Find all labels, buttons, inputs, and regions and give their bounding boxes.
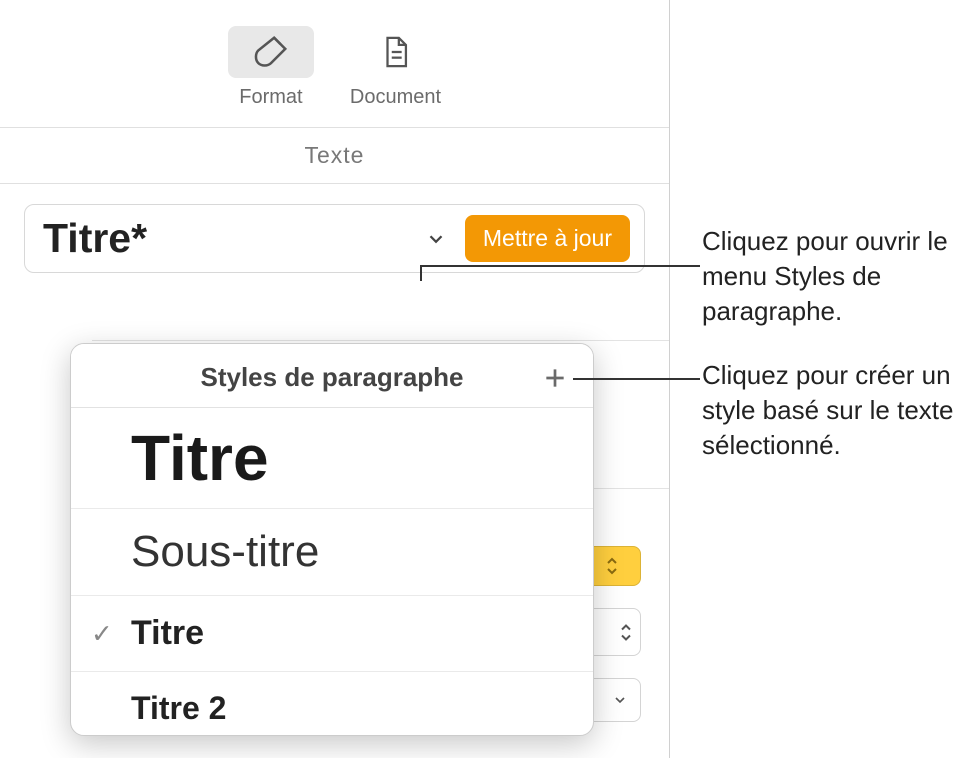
chevron-down-icon <box>425 228 447 250</box>
chevron-down-icon <box>620 633 632 642</box>
toolbar: Format Document <box>0 0 669 128</box>
divider <box>92 340 669 341</box>
style-item-label: Titre <box>131 614 204 652</box>
style-item-label: Sous-titre <box>131 527 319 576</box>
stepper-arrows[interactable] <box>620 623 632 642</box>
chevron-down-icon <box>612 692 628 708</box>
popover-title: Styles de paragraphe <box>93 362 571 393</box>
style-item-titre-2[interactable]: Titre 2 <box>71 672 593 735</box>
style-item-sous-titre[interactable]: Sous-titre <box>71 509 593 596</box>
callout-leader <box>573 378 700 380</box>
format-label: Format <box>239 86 302 109</box>
chevron-up-icon <box>620 623 632 632</box>
style-item-titre[interactable]: Titre <box>71 408 593 509</box>
style-dropdown-chevron[interactable] <box>407 228 465 250</box>
popover-header: Styles de paragraphe <box>71 344 593 408</box>
style-item-label: Titre 2 <box>131 690 226 726</box>
paintbrush-icon <box>252 33 290 71</box>
document-icon <box>379 33 413 71</box>
callout-leader <box>420 265 700 267</box>
format-icon-wrap <box>228 26 314 78</box>
format-tab[interactable]: Format <box>228 26 314 109</box>
document-icon-wrap <box>353 26 439 78</box>
callout-open-menu: Cliquez pour ouvrir le menu Styles de pa… <box>702 224 972 329</box>
callout-create-style: Cliquez pour créer un style basé sur le … <box>702 358 972 463</box>
current-style-name: Titre* <box>43 215 407 262</box>
callout-leader <box>420 265 422 281</box>
paragraph-style-selector[interactable]: Titre* Mettre à jour <box>24 204 645 273</box>
document-label: Document <box>350 86 441 109</box>
checkmark-icon: ✓ <box>91 618 113 649</box>
style-item-titre-selected[interactable]: ✓ Titre <box>71 596 593 672</box>
add-style-button[interactable] <box>539 362 571 394</box>
document-tab[interactable]: Document <box>350 26 441 109</box>
style-item-label: Titre <box>131 422 269 494</box>
chevron-updown-icon <box>605 556 619 576</box>
update-style-button[interactable]: Mettre à jour <box>465 215 630 262</box>
plus-icon <box>542 365 568 391</box>
paragraph-styles-popover: Styles de paragraphe Titre Sous-titre ✓ … <box>70 343 594 736</box>
section-header-texte: Texte <box>0 128 669 184</box>
style-list: Titre Sous-titre ✓ Titre Titre 2 <box>71 408 593 735</box>
